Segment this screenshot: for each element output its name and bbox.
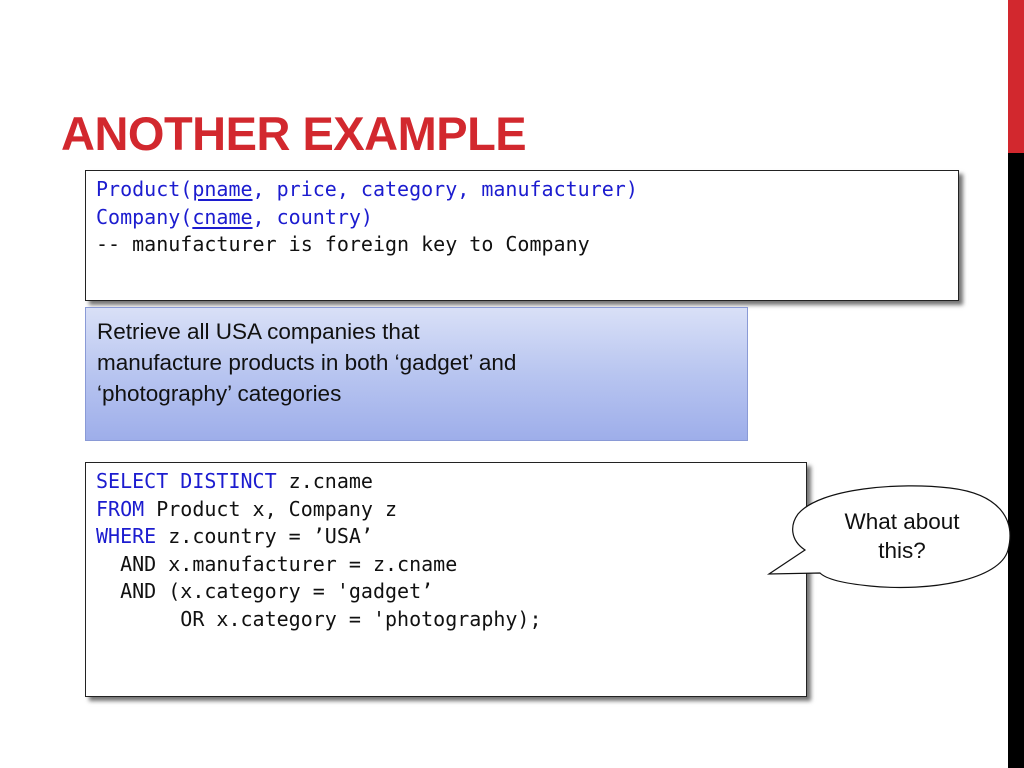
speech-bubble-callout: What about this? — [760, 480, 1024, 592]
task-description-box: Retrieve all USA companies that manufact… — [85, 307, 748, 441]
sql-line: WHERE z.country = ’USA’ — [96, 523, 796, 551]
sql-text: OR x.category = 'photography); — [96, 606, 542, 631]
schema-line-product: Product(pname, price, category, manufact… — [96, 176, 948, 204]
primary-key-cname: cname — [192, 204, 253, 229]
dark-edge-bar — [1008, 153, 1024, 768]
sql-keyword: WHERE — [96, 524, 157, 549]
schema-line-company: Company(cname, country) — [96, 204, 948, 232]
accent-edge-bar — [1008, 0, 1024, 153]
sql-text: AND x.manufacturer = z.cname — [96, 551, 458, 576]
sql-line: FROM Product x, Company z — [96, 496, 796, 524]
schema-box: Product(pname, price, category, manufact… — [85, 170, 959, 301]
sql-line: AND (x.category = 'gadget’ — [96, 578, 796, 606]
schema-text: , price, category, manufacturer) — [252, 177, 638, 201]
slide-title: ANOTHER EXAMPLE — [61, 107, 527, 160]
schema-text: Product( — [96, 177, 193, 201]
schema-text: Company( — [96, 204, 193, 229]
sql-text: z.country = ’USA’ — [156, 524, 373, 549]
sql-keyword: SELECT DISTINCT — [96, 469, 277, 493]
schema-text: -- manufacturer is foreign key to Compan… — [96, 232, 590, 257]
sql-text: AND (x.category = 'gadget’ — [96, 579, 434, 604]
sql-line: AND x.manufacturer = z.cname — [96, 551, 796, 579]
sql-text: z.cname — [276, 469, 373, 493]
task-text: Retrieve all USA companies that manufact… — [97, 319, 517, 406]
sql-keyword: FROM — [96, 496, 145, 521]
primary-key-pname: pname — [192, 177, 253, 201]
callout-text: What about this? — [844, 509, 960, 563]
sql-query-box: SELECT DISTINCT z.cname FROM Product x, … — [85, 462, 807, 697]
sql-line: SELECT DISTINCT z.cname — [96, 468, 796, 496]
sql-text: Product x, Company z — [144, 496, 398, 521]
sql-line: OR x.category = 'photography); — [96, 606, 796, 634]
schema-text: , country) — [252, 204, 373, 229]
schema-comment: -- manufacturer is foreign key to Compan… — [96, 231, 948, 259]
